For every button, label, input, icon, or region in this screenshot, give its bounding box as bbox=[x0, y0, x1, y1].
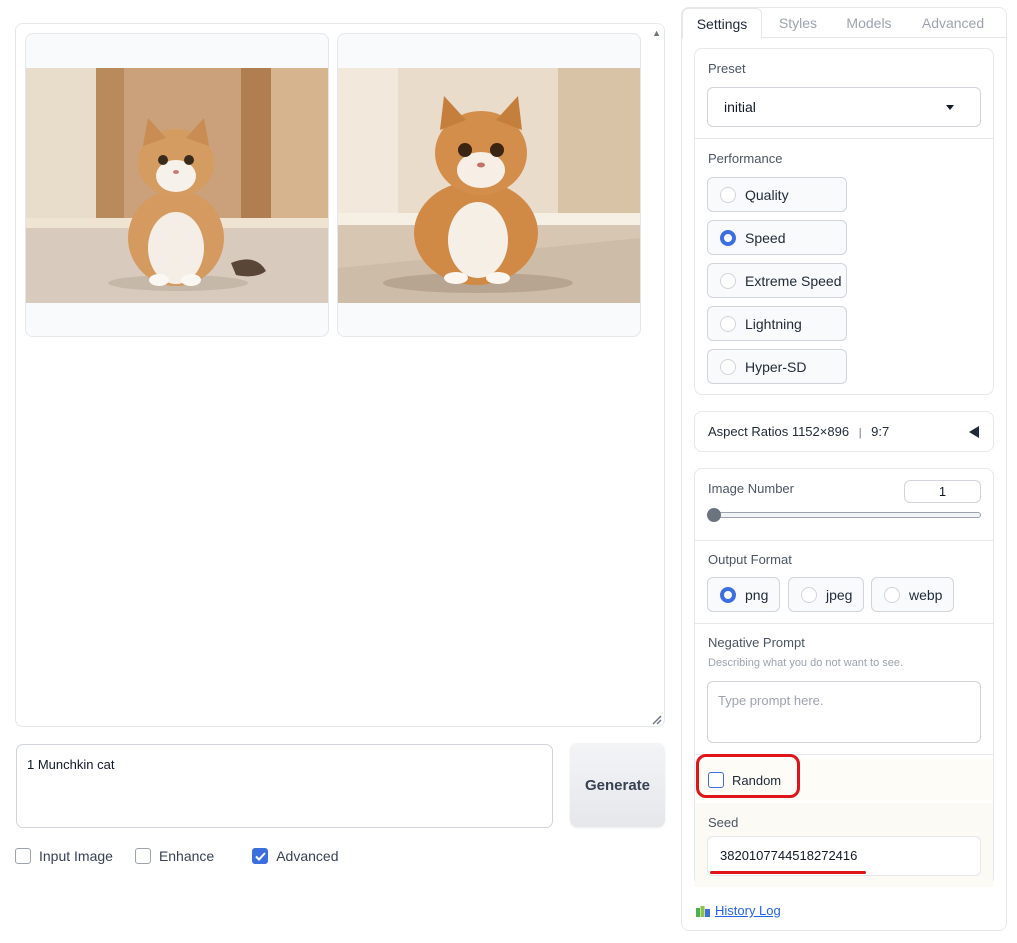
slider-handle[interactable] bbox=[707, 508, 721, 522]
radio-label: Hyper-SD bbox=[745, 358, 807, 375]
preset-dropdown[interactable]: initial bbox=[707, 87, 981, 127]
radio-icon bbox=[720, 315, 736, 332]
output-format-label: Output Format bbox=[708, 552, 792, 567]
aspect-ratios-accordion[interactable]: Aspect Ratios 1152×896 | 9:7 bbox=[694, 411, 994, 452]
radio-icon bbox=[801, 586, 817, 603]
input-image-label: Input Image bbox=[39, 848, 113, 864]
image-gallery: ▲ bbox=[15, 23, 665, 727]
divider bbox=[695, 138, 993, 139]
checkbox-icon bbox=[134, 848, 151, 864]
collapse-triangle-icon bbox=[969, 426, 979, 438]
seed-label: Seed bbox=[708, 815, 739, 830]
gallery-image-2[interactable] bbox=[337, 33, 641, 337]
resize-grip-icon[interactable] bbox=[652, 715, 662, 725]
performance-option-hyper-sd[interactable]: Hyper-SD bbox=[707, 349, 847, 384]
checkmark-icon bbox=[252, 848, 269, 864]
radio-label: Speed bbox=[745, 229, 786, 246]
enhance-checkbox[interactable]: Enhance bbox=[134, 848, 215, 864]
negative-prompt-hint: Describing what you do not want to see. bbox=[708, 657, 904, 669]
generate-button[interactable]: Generate bbox=[570, 743, 665, 827]
radio-icon bbox=[720, 186, 736, 203]
radio-label: png bbox=[745, 586, 769, 603]
radio-label: webp bbox=[909, 586, 943, 603]
separator: | bbox=[858, 427, 862, 439]
annotation-highlight-circle bbox=[696, 754, 800, 798]
radio-selected-icon bbox=[720, 229, 736, 246]
divider bbox=[695, 540, 993, 541]
performance-option-speed[interactable]: Speed bbox=[707, 220, 847, 255]
checkbox-icon bbox=[15, 848, 31, 864]
radio-label: Extreme Speed bbox=[745, 272, 842, 289]
advanced-label: Advanced bbox=[276, 848, 339, 864]
annotation-underline bbox=[710, 871, 866, 874]
prompt-input[interactable] bbox=[16, 744, 553, 828]
negative-prompt-placeholder: Type prompt here. bbox=[718, 693, 824, 708]
tab-bar: Settings Styles Models Advanced bbox=[682, 8, 1006, 39]
option-checkboxes: Input Image Enhance Advanced bbox=[15, 846, 361, 866]
enhance-label: Enhance bbox=[158, 848, 215, 864]
preset-performance-card: Preset initial Performance Quality Speed… bbox=[694, 48, 994, 395]
preset-value: initial bbox=[724, 99, 756, 115]
seed-input[interactable]: 3820107744518272416 bbox=[707, 836, 981, 876]
performance-option-quality[interactable]: Quality bbox=[707, 177, 847, 212]
cat-photo-1 bbox=[26, 68, 328, 303]
negative-prompt-input[interactable]: Type prompt here. bbox=[707, 681, 981, 743]
image-number-label: Image Number bbox=[708, 481, 794, 496]
negative-prompt-label: Negative Prompt bbox=[708, 635, 805, 650]
performance-option-lightning[interactable]: Lightning bbox=[707, 306, 847, 341]
output-format-png[interactable]: png bbox=[707, 577, 780, 612]
tab-advanced[interactable]: Advanced bbox=[918, 8, 988, 38]
settings-panel: Settings Styles Models Advanced Preset i… bbox=[681, 7, 1007, 931]
scroll-up-icon[interactable]: ▲ bbox=[652, 28, 661, 38]
radio-icon bbox=[884, 586, 900, 603]
preset-label: Preset bbox=[708, 61, 746, 76]
output-format-jpeg[interactable]: jpeg bbox=[788, 577, 864, 612]
advanced-checkbox[interactable]: Advanced bbox=[252, 848, 339, 864]
aspect-ratios-summary: Aspect Ratios 1152×896 | 9:7 bbox=[708, 424, 889, 439]
radio-label: Lightning bbox=[745, 315, 802, 332]
performance-label: Performance bbox=[708, 151, 783, 166]
radio-icon bbox=[720, 272, 736, 289]
radio-label: jpeg bbox=[826, 586, 853, 603]
seed-panel: Seed 3820107744518272416 bbox=[695, 803, 993, 887]
radio-selected-icon bbox=[720, 586, 736, 603]
aspect-ratios-label: Aspect Ratios 1152×896 bbox=[708, 424, 850, 439]
image-number-input[interactable]: 1 bbox=[904, 480, 981, 503]
output-format-webp[interactable]: webp bbox=[871, 577, 954, 612]
generation-options-card: Image Number 1 Output Format png jpeg we… bbox=[694, 468, 994, 887]
tab-settings[interactable]: Settings bbox=[682, 8, 762, 39]
divider bbox=[695, 623, 993, 624]
aspect-ratio-value: 9:7 bbox=[871, 424, 890, 439]
performance-option-extreme-speed[interactable]: Extreme Speed bbox=[707, 263, 847, 298]
input-image-checkbox[interactable]: Input Image bbox=[15, 848, 113, 864]
tab-models[interactable]: Models bbox=[840, 8, 898, 38]
radio-icon bbox=[720, 358, 736, 375]
caret-down-icon bbox=[946, 105, 954, 110]
history-log-link[interactable]: History Log bbox=[696, 903, 781, 918]
gallery-image-1[interactable] bbox=[25, 33, 329, 337]
image-number-slider[interactable] bbox=[708, 512, 981, 518]
books-icon bbox=[696, 905, 710, 917]
tab-styles[interactable]: Styles bbox=[770, 8, 826, 38]
radio-label: Quality bbox=[745, 186, 789, 203]
history-log-label: History Log bbox=[715, 903, 781, 918]
cat-photo-2 bbox=[338, 68, 640, 303]
